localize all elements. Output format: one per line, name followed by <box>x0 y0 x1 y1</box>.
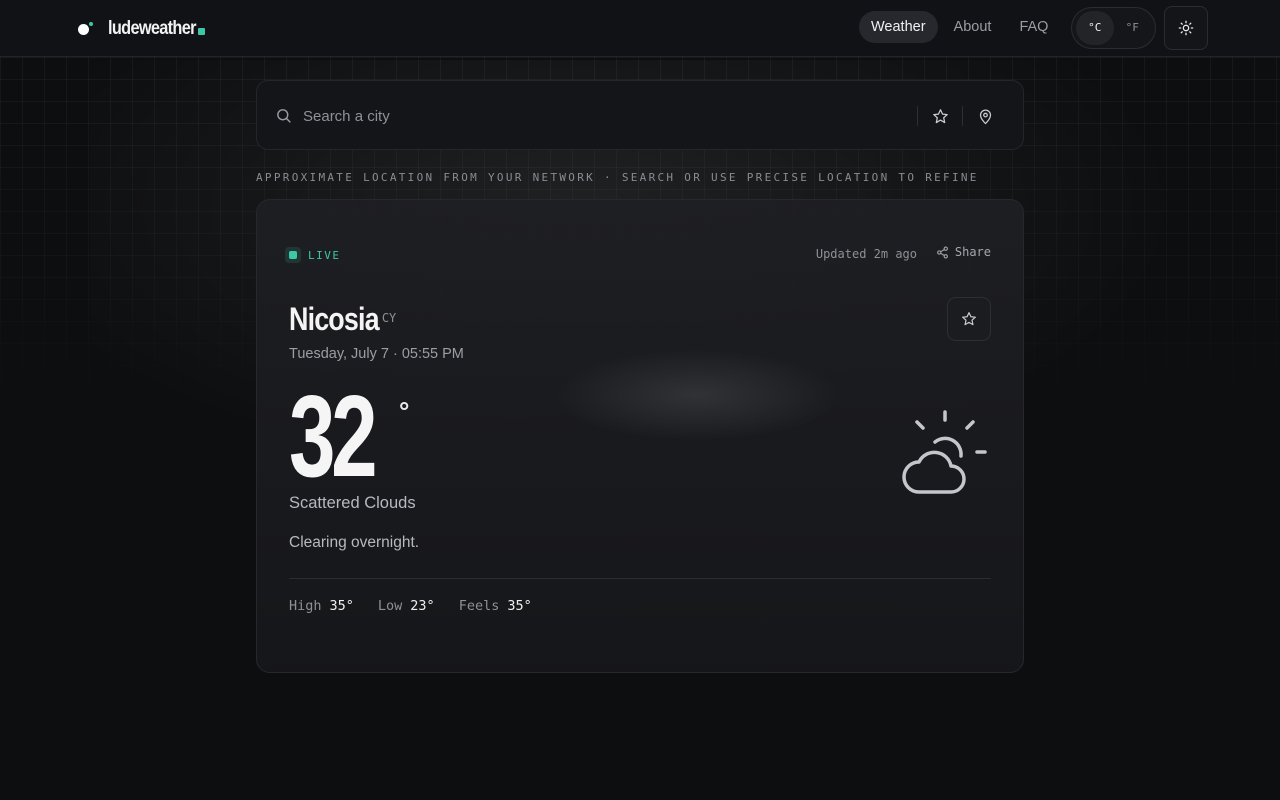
favorites-button[interactable] <box>929 105 951 127</box>
brand-dot-accent <box>89 21 93 26</box>
partly-cloudy-icon <box>899 406 991 503</box>
stat-low: Low 23° <box>378 598 435 614</box>
temperature-stats: High 35° Low 23° Feels 35° <box>289 598 556 614</box>
search-icon <box>275 107 292 129</box>
brand-name: ludeweather <box>108 18 196 39</box>
stat-value: 35° <box>507 598 532 614</box>
precise-location-button[interactable] <box>974 105 996 127</box>
brand-logo[interactable]: ludeweather <box>78 18 206 40</box>
live-badge: LIVE <box>285 247 341 263</box>
share-label: Share <box>954 245 991 259</box>
updated-timestamp: Updated 2m ago <box>815 247 917 261</box>
search-divider <box>962 106 963 126</box>
stat-label: Low <box>377 598 403 614</box>
city-search-bar <box>256 80 1024 150</box>
country-code: CY <box>381 311 397 325</box>
stat-value: 35° <box>329 598 354 614</box>
unit-toggle: °C °F <box>1071 7 1156 49</box>
current-weather-card: LIVE Updated 2m ago Share Nicosia CY Tue… <box>256 199 1024 673</box>
nav-item-weather[interactable]: Weather <box>859 11 938 43</box>
sun-icon <box>1178 20 1194 36</box>
share-icon <box>936 246 948 258</box>
stat-feels-like: Feels 35° <box>459 598 532 614</box>
location-hint: APPROXIMATE LOCATION FROM YOUR NETWORK ·… <box>256 171 979 184</box>
local-date-time: Tuesday, July 7 · 05:55 PM <box>289 346 464 362</box>
brand-dot-icon <box>78 21 93 35</box>
stat-label: Feels <box>458 598 500 614</box>
unit-fahrenheit-button[interactable]: °F <box>1114 11 1152 45</box>
theme-toggle-button[interactable] <box>1164 6 1208 50</box>
forecast-summary: Clearing overnight. <box>289 534 420 551</box>
live-indicator <box>285 247 301 263</box>
stat-value: 23° <box>410 598 435 614</box>
nav-item-faq[interactable]: FAQ <box>1007 11 1060 43</box>
live-label: LIVE <box>308 248 341 262</box>
stat-label: High <box>289 598 322 614</box>
current-temperature: 32 <box>289 371 378 501</box>
nav-item-about[interactable]: About <box>942 11 1004 43</box>
add-favorite-button[interactable] <box>947 297 991 341</box>
degree-symbol: ° <box>399 396 410 426</box>
top-navigation-bar: ludeweather Weather About FAQ °C °F <box>0 0 1280 57</box>
star-icon <box>962 312 976 326</box>
main-nav: Weather About FAQ <box>859 11 1064 43</box>
search-divider <box>917 106 918 126</box>
stat-high: High 35° <box>289 598 354 614</box>
map-pin-icon <box>979 109 991 124</box>
brand-status-square <box>198 27 206 35</box>
star-icon <box>932 108 948 123</box>
share-button[interactable]: Share <box>936 245 991 259</box>
city-heading: Nicosia CY <box>289 300 396 338</box>
city-name: Nicosia <box>289 301 380 337</box>
card-cloud-texture <box>557 350 837 440</box>
card-divider <box>289 578 991 579</box>
unit-celsius-button[interactable]: °C <box>1076 11 1114 45</box>
search-input[interactable] <box>303 103 903 129</box>
weather-condition: Scattered Clouds <box>289 494 416 512</box>
